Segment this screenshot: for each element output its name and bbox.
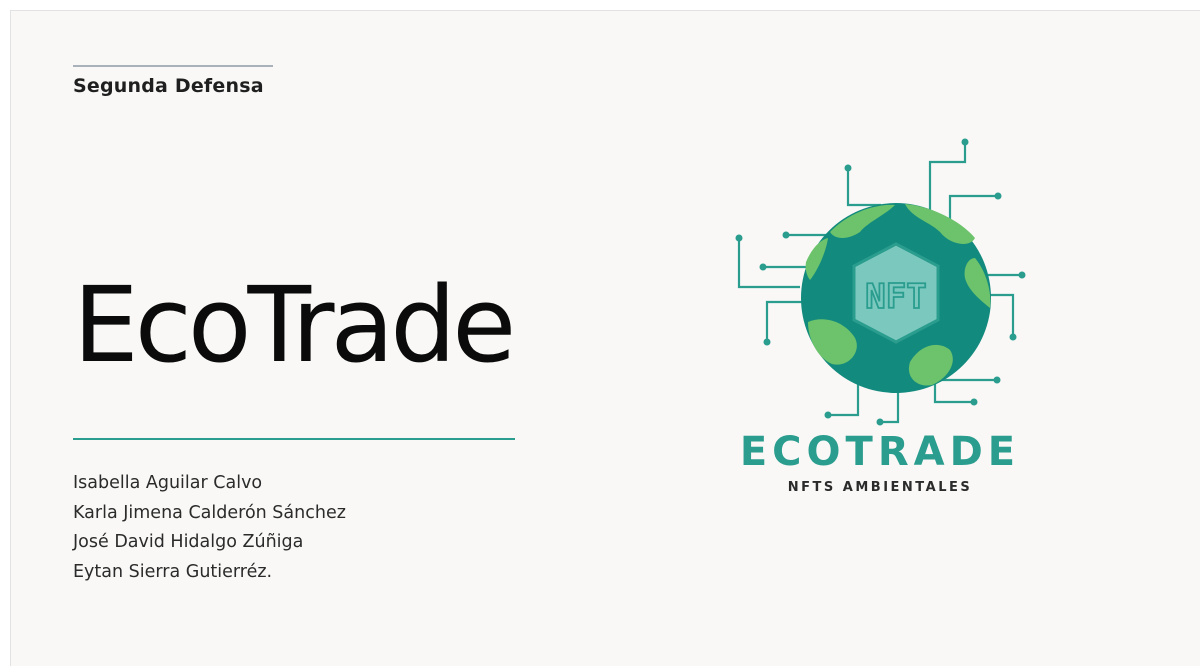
author-name: Eytan Sierra Gutierréz. — [73, 561, 273, 582]
logo-tagline: NFTS AMBIENTALES — [787, 480, 973, 495]
logo-brand-block: ECOTRADE NFTS AMBIENTALES — [720, 432, 1040, 495]
title-divider — [73, 438, 515, 440]
slide-subtitle: Segunda Defensa — [73, 75, 264, 97]
top-rule — [73, 65, 273, 67]
slide-title: EcoTrade — [73, 264, 516, 386]
author-name: Karla Jimena Calderón Sánchez — [73, 502, 346, 523]
author-name: Isabella Aguilar Calvo — [73, 473, 263, 493]
nft-badge-label: NFT — [865, 277, 926, 317]
author-name: José David Hidalgo Zúñiga — [73, 532, 304, 552]
logo-brand-name: ECOTRADE — [739, 429, 1021, 475]
author-list: Isabella Aguilar Calvo Karla Jimena Cald… — [73, 469, 346, 587]
